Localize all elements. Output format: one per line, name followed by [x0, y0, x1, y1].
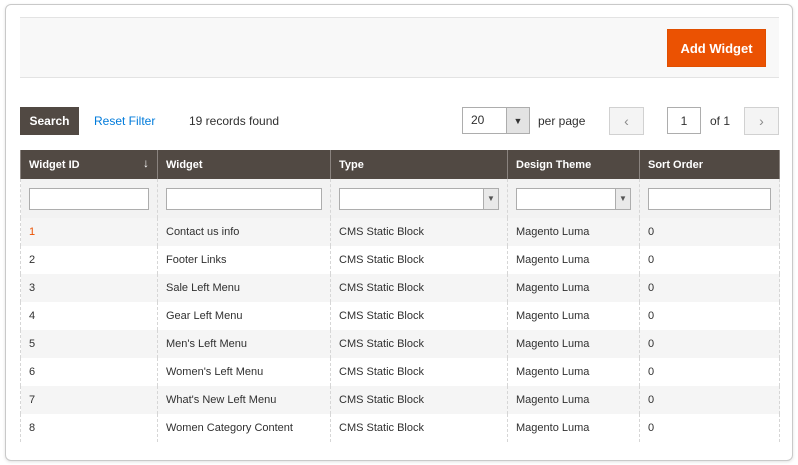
- widget-grid-panel: Add Widget Search Reset Filter 19 record…: [5, 4, 793, 461]
- table-row[interactable]: 1 Contact us info CMS Static Block Magen…: [20, 218, 780, 246]
- theme-cell: Magento Luma: [507, 218, 640, 246]
- column-label: Sort Order: [648, 158, 704, 171]
- filter-cell: [157, 179, 331, 218]
- widget-filter-input[interactable]: [166, 187, 322, 210]
- table-row[interactable]: 7 What's New Left Menu CMS Static Block …: [20, 386, 780, 414]
- type-cell: CMS Static Block: [330, 218, 508, 246]
- sort-order-cell: 0: [639, 274, 780, 302]
- theme-cell: Magento Luma: [507, 274, 640, 302]
- column-header-widget-id[interactable]: Widget ID ↓: [20, 150, 158, 179]
- widget-id-cell: 7: [20, 386, 158, 414]
- column-label: Design Theme: [516, 158, 592, 171]
- type-cell: CMS Static Block: [330, 246, 508, 274]
- sort-order-cell: 0: [639, 218, 780, 246]
- table-row[interactable]: 4 Gear Left Menu CMS Static Block Magent…: [20, 302, 780, 330]
- widget-id-cell: 2: [20, 246, 158, 274]
- chevron-down-icon[interactable]: ▼: [615, 188, 630, 209]
- widget-id-cell: 4: [20, 302, 158, 330]
- grid-toolbar: Search Reset Filter 19 records found 20 …: [20, 107, 779, 135]
- widget-id-cell: 1: [20, 218, 158, 246]
- search-button[interactable]: Search: [20, 107, 79, 135]
- filter-cell: ▼: [507, 179, 640, 218]
- filter-cell: [639, 179, 780, 218]
- theme-cell: Magento Luma: [507, 414, 640, 442]
- sort-order-cell: 0: [639, 246, 780, 274]
- sort-order-filter-input[interactable]: [648, 187, 771, 210]
- widget-id-cell: 3: [20, 274, 158, 302]
- column-label: Type: [339, 158, 364, 171]
- widget-name-cell: Footer Links: [157, 246, 331, 274]
- table-row[interactable]: 5 Men's Left Menu CMS Static Block Magen…: [20, 330, 780, 358]
- design-theme-filter-select[interactable]: ▼: [516, 187, 631, 210]
- widget-id-filter-input[interactable]: [29, 187, 149, 210]
- table-row[interactable]: 6 Women's Left Menu CMS Static Block Mag…: [20, 358, 780, 386]
- type-cell: CMS Static Block: [330, 414, 508, 442]
- sort-down-icon: ↓: [143, 156, 149, 170]
- theme-cell: Magento Luma: [507, 358, 640, 386]
- per-page-label: per page: [538, 114, 586, 128]
- theme-cell: Magento Luma: [507, 302, 640, 330]
- page-total-label: of 1: [710, 114, 731, 128]
- theme-cell: Magento Luma: [507, 386, 640, 414]
- sort-order-cell: 0: [639, 386, 780, 414]
- per-page-value: 20: [471, 113, 485, 127]
- widget-id-cell: 6: [20, 358, 158, 386]
- reset-filter-link[interactable]: Reset Filter: [94, 114, 155, 128]
- sort-order-cell: 0: [639, 358, 780, 386]
- filter-cell: [20, 179, 158, 218]
- page-number-input[interactable]: 1: [667, 107, 701, 134]
- chevron-down-icon[interactable]: ▼: [483, 188, 498, 209]
- widget-name-cell: Sale Left Menu: [157, 274, 331, 302]
- widget-name-cell: Contact us info: [157, 218, 331, 246]
- filter-cell: ▼: [330, 179, 508, 218]
- sort-order-cell: 0: [639, 302, 780, 330]
- type-cell: CMS Static Block: [330, 330, 508, 358]
- widget-name-cell: Gear Left Menu: [157, 302, 331, 330]
- widget-name-cell: Women's Left Menu: [157, 358, 331, 386]
- widget-name-cell: What's New Left Menu: [157, 386, 331, 414]
- table-row[interactable]: 2 Footer Links CMS Static Block Magento …: [20, 246, 780, 274]
- widget-id-cell: 5: [20, 330, 158, 358]
- type-cell: CMS Static Block: [330, 274, 508, 302]
- type-cell: CMS Static Block: [330, 358, 508, 386]
- widget-id-cell: 8: [20, 414, 158, 442]
- widget-name-cell: Men's Left Menu: [157, 330, 331, 358]
- column-header-design-theme[interactable]: Design Theme: [507, 150, 640, 179]
- table-row[interactable]: 8 Women Category Content CMS Static Bloc…: [20, 414, 780, 442]
- add-widget-button[interactable]: Add Widget: [667, 29, 766, 67]
- widgets-table: Widget ID ↓ Widget Type Design Theme Sort…: [20, 150, 780, 442]
- column-label: Widget ID: [29, 158, 80, 171]
- previous-page-button[interactable]: ‹: [609, 107, 644, 135]
- page-actions-bar: Add Widget: [20, 17, 779, 78]
- table-row[interactable]: 3 Sale Left Menu CMS Static Block Magent…: [20, 274, 780, 302]
- widget-name-cell: Women Category Content: [157, 414, 331, 442]
- column-header-type[interactable]: Type: [330, 150, 508, 179]
- filter-row: ▼ ▼: [20, 179, 780, 218]
- type-filter-select[interactable]: ▼: [339, 187, 499, 210]
- theme-cell: Magento Luma: [507, 246, 640, 274]
- column-header-sort-order[interactable]: Sort Order: [639, 150, 780, 179]
- type-cell: CMS Static Block: [330, 302, 508, 330]
- records-count: 19 records found: [189, 114, 280, 128]
- per-page-select[interactable]: 20 ▼: [462, 107, 530, 134]
- sort-order-cell: 0: [639, 330, 780, 358]
- theme-cell: Magento Luma: [507, 330, 640, 358]
- sort-order-cell: 0: [639, 414, 780, 442]
- chevron-down-icon[interactable]: ▼: [506, 108, 529, 133]
- table-header-row: Widget ID ↓ Widget Type Design Theme Sort…: [20, 150, 780, 179]
- column-label: Widget: [166, 158, 203, 171]
- next-page-button[interactable]: ›: [744, 107, 779, 135]
- column-header-widget[interactable]: Widget: [157, 150, 331, 179]
- type-cell: CMS Static Block: [330, 386, 508, 414]
